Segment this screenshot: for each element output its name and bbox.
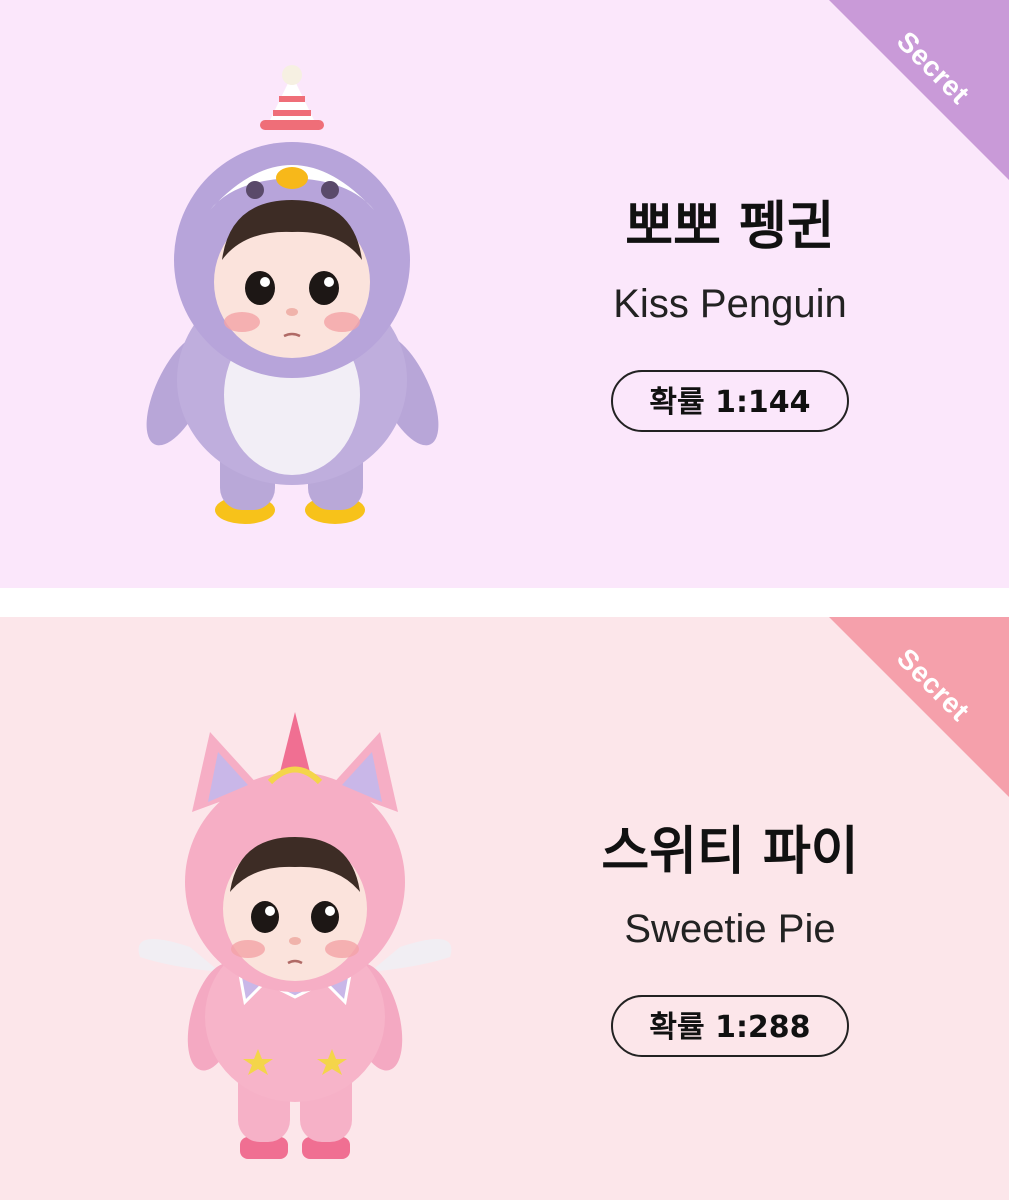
product-card-kiss-penguin: Secret 뽀뽀 펭귄 Kiss Penguin 확률 1:144 bbox=[0, 0, 1009, 588]
kiss-penguin-figure-image bbox=[140, 60, 450, 530]
odds-badge: 확률 1:288 bbox=[611, 995, 849, 1057]
secret-ribbon: Secret bbox=[829, 617, 1009, 797]
product-name-english: Sweetie Pie bbox=[624, 907, 836, 951]
product-name-korean: 스위티 파이 bbox=[601, 822, 859, 882]
product-info: 스위티 파이 Sweetie Pie 확률 1:288 bbox=[560, 817, 900, 1057]
product-name-english: Kiss Penguin bbox=[613, 282, 847, 326]
product-name-korean: 뽀뽀 펭귄 bbox=[625, 197, 835, 257]
secret-ribbon: Secret bbox=[829, 0, 1009, 180]
sweetie-pie-figure-image bbox=[130, 697, 460, 1167]
product-card-sweetie-pie: Secret 스위티 파이 Sweetie Pie 확률 1:288 bbox=[0, 617, 1009, 1200]
product-info: 뽀뽀 펭귄 Kiss Penguin 확률 1:144 bbox=[560, 192, 900, 432]
odds-badge: 확률 1:144 bbox=[611, 370, 849, 432]
